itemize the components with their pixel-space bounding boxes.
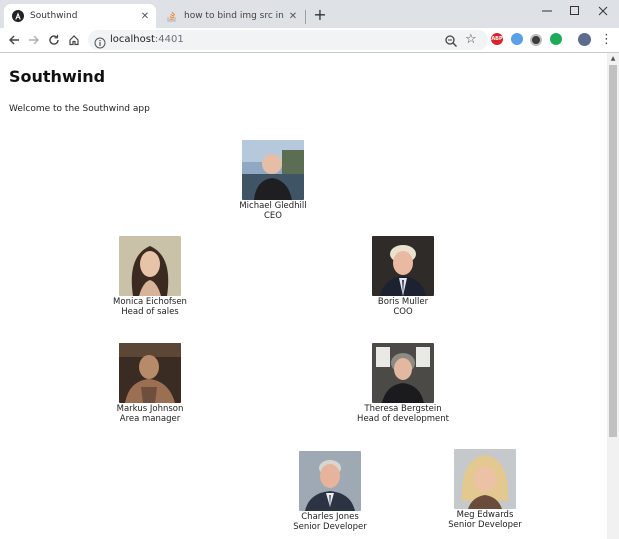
tab-strip: Southwind ✕ how to bind img src in angul… [0, 0, 619, 28]
person-name: Markus Johnson [116, 404, 184, 414]
person-photo [242, 140, 304, 200]
person-name: Monica Eichofsen [113, 297, 187, 307]
zoom-icon[interactable] [444, 33, 458, 47]
info-icon[interactable] [94, 34, 106, 49]
close-window-icon[interactable] [589, 2, 617, 20]
maximize-icon[interactable] [561, 2, 589, 20]
person-card: Boris Muller COO [333, 236, 473, 317]
extension-icon[interactable] [511, 33, 523, 45]
person-photo [454, 449, 516, 509]
person-card: Theresa Bergstein Head of development [333, 343, 473, 424]
tab-close-icon[interactable]: ✕ [138, 11, 152, 22]
person-card: Meg Edwards Senior Developer [415, 449, 555, 530]
profile-avatar[interactable] [578, 33, 591, 46]
home-icon[interactable] [65, 31, 83, 49]
person-role: Head of sales [121, 307, 179, 317]
page-viewport: Southwind Welcome to the Southwind app M… [0, 53, 607, 539]
bookmark-star-icon[interactable]: ☆ [465, 32, 477, 48]
welcome-text: Welcome to the Southwind app [9, 104, 150, 114]
person-role: Area manager [119, 414, 181, 424]
extension-icon[interactable] [550, 33, 562, 45]
tab-southwind[interactable]: Southwind ✕ [4, 4, 156, 28]
tab-title: how to bind img src in angular 2 [184, 11, 286, 21]
person-role: Senior Developer [293, 522, 367, 532]
person-photo [372, 236, 434, 296]
forward-icon[interactable] [25, 31, 43, 49]
browser-toolbar: localhost:4401 ☆ ABP ⋮ [0, 28, 619, 52]
url-port: :4401 [154, 34, 184, 45]
scrollbar-thumb[interactable] [609, 65, 617, 437]
person-role: CEO [264, 211, 282, 221]
menu-icon[interactable]: ⋮ [600, 32, 613, 48]
person-name: Michael Gledhill [239, 201, 307, 211]
person-card: Michael Gledhill CEO [203, 140, 343, 221]
new-tab-icon[interactable]: + [312, 6, 328, 24]
person-card: Monica Eichofsen Head of sales [80, 236, 220, 317]
tab-close-icon[interactable]: ✕ [286, 11, 300, 22]
person-name: Boris Muller [377, 297, 429, 307]
person-photo [119, 236, 181, 296]
extension-icon[interactable] [530, 34, 542, 46]
vertical-scrollbar[interactable]: ▲ [607, 53, 619, 539]
person-photo [119, 343, 181, 403]
person-photo [299, 451, 361, 511]
person-role: COO [393, 307, 413, 317]
adblock-plus-icon[interactable]: ABP [491, 33, 503, 45]
person-role: Head of development [357, 414, 449, 424]
person-photo [372, 343, 434, 403]
person-name: Charles Jones [301, 512, 359, 522]
person-name: Meg Edwards [456, 510, 514, 520]
angular-icon [12, 10, 24, 22]
tab-title: Southwind [30, 11, 78, 21]
page-title: Southwind [9, 67, 106, 86]
address-bar[interactable]: localhost:4401 ☆ [88, 30, 488, 50]
url-host: localhost [110, 34, 155, 45]
tab-stackoverflow[interactable]: how to bind img src in angular 2 ✕ [158, 4, 304, 28]
person-name: Theresa Bergstein [364, 404, 442, 414]
browser-chrome: Southwind ✕ how to bind img src in angul… [0, 0, 619, 53]
url-text: localhost:4401 [110, 34, 184, 45]
person-card: Markus Johnson Area manager [80, 343, 220, 424]
person-card: Charles Jones Senior Developer [260, 451, 400, 532]
minimize-icon[interactable] [533, 2, 561, 20]
tab-separator [305, 10, 306, 24]
person-role: Senior Developer [448, 520, 522, 530]
reload-icon[interactable] [45, 31, 63, 49]
back-icon[interactable] [5, 31, 23, 49]
stackoverflow-icon [166, 10, 178, 22]
scroll-up-icon[interactable]: ▲ [607, 53, 619, 63]
